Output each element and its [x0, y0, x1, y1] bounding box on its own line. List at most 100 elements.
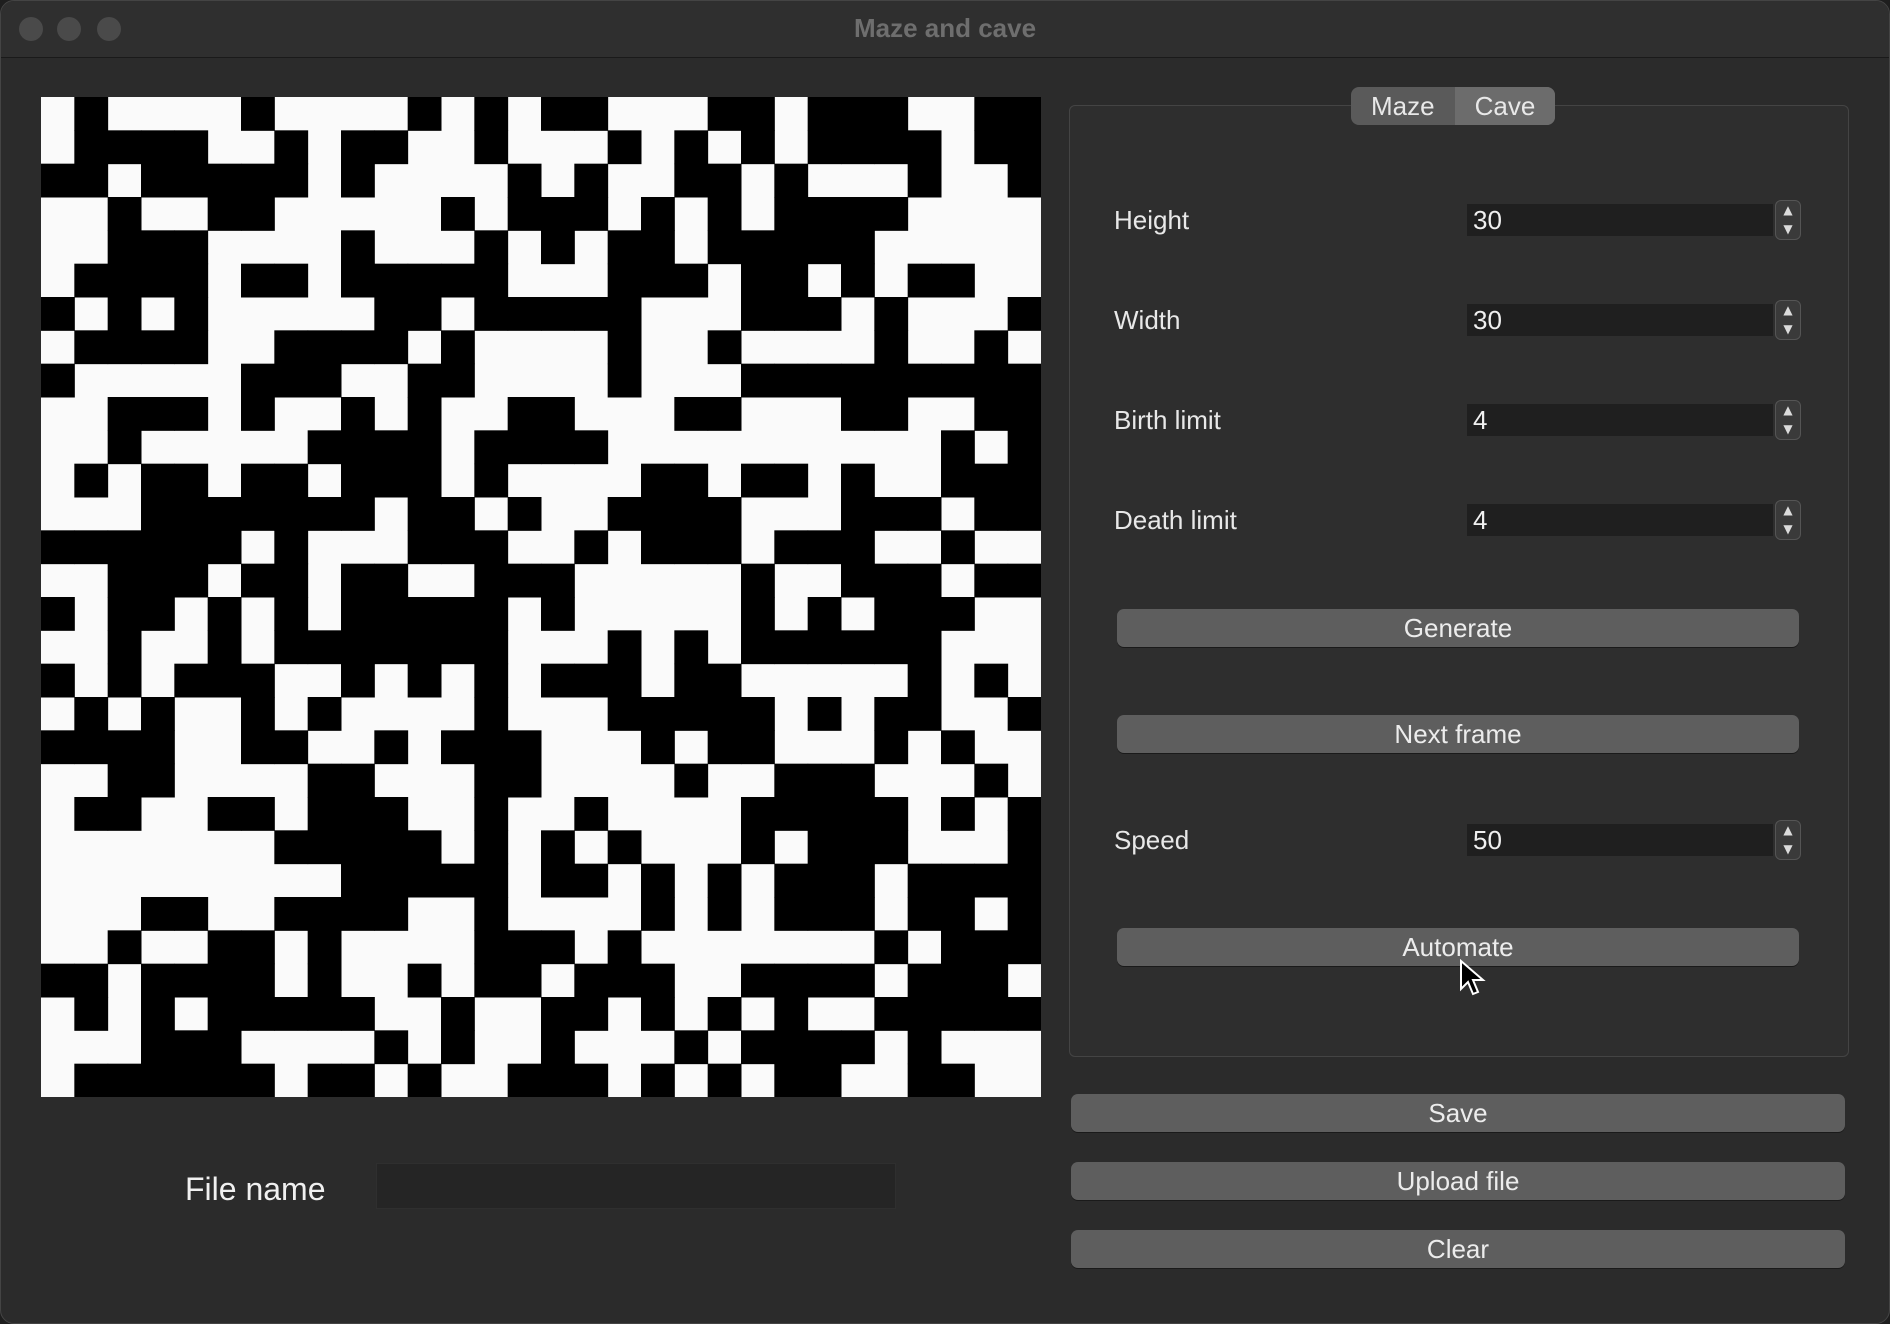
wall-cell: [674, 163, 709, 198]
wall-cell: [974, 363, 1009, 398]
wall-cell: [107, 263, 142, 298]
wall-cell: [174, 463, 209, 498]
wall-cell: [941, 597, 975, 631]
width-stepper[interactable]: ▲ ▼: [1775, 300, 1801, 340]
wall-cell: [907, 163, 942, 198]
chevron-up-icon[interactable]: ▲: [1776, 501, 1800, 520]
height-stepper[interactable]: ▲ ▼: [1775, 200, 1801, 240]
wall-cell: [274, 563, 309, 598]
wall-cell: [741, 130, 775, 165]
speed-stepper[interactable]: ▲ ▼: [1775, 820, 1801, 860]
tab-cave[interactable]: Cave: [1454, 87, 1556, 125]
wall-cell: [974, 997, 1009, 1031]
wall-cell: [474, 930, 509, 965]
wall-cell: [1007, 563, 1041, 598]
wall-cell: [374, 830, 409, 865]
birth-limit-stepper[interactable]: ▲ ▼: [1775, 400, 1801, 440]
width-label: Width: [1114, 305, 1181, 335]
chevron-down-icon[interactable]: ▼: [1776, 840, 1800, 859]
wall-cell: [241, 663, 275, 698]
wall-cell: [874, 497, 909, 531]
wall-cell: [607, 963, 642, 998]
chevron-down-icon[interactable]: ▼: [1776, 520, 1800, 539]
wall-cell: [974, 763, 1009, 798]
wall-cell: [441, 863, 475, 898]
wall-cell: [141, 230, 175, 265]
wall-cell: [207, 997, 242, 1031]
chevron-up-icon[interactable]: ▲: [1776, 201, 1800, 220]
wall-cell: [974, 863, 1009, 898]
wall-cell: [74, 730, 109, 765]
height-input[interactable]: 30: [1467, 204, 1773, 236]
wall-cell: [374, 597, 409, 631]
wall-cell: [407, 397, 442, 431]
birth-limit-input[interactable]: 4: [1467, 404, 1773, 436]
wall-cell: [741, 797, 775, 831]
chevron-up-icon[interactable]: ▲: [1776, 401, 1800, 420]
chevron-down-icon[interactable]: ▼: [1776, 420, 1800, 439]
wall-cell: [41, 963, 75, 998]
wall-cell: [274, 630, 309, 665]
wall-cell: [774, 997, 809, 1031]
speed-input[interactable]: 50: [1467, 824, 1773, 856]
wall-cell: [341, 230, 375, 265]
chevron-up-icon[interactable]: ▲: [1776, 821, 1800, 840]
chevron-down-icon[interactable]: ▼: [1776, 320, 1800, 339]
wall-cell: [441, 597, 475, 631]
wall-cell: [841, 963, 875, 998]
generate-button[interactable]: Generate: [1117, 609, 1799, 647]
wall-cell: [874, 397, 909, 431]
wall-cell: [907, 363, 942, 398]
wall-cell: [974, 663, 1009, 698]
wall-cell: [807, 863, 842, 898]
chevron-up-icon[interactable]: ▲: [1776, 301, 1800, 320]
wall-cell: [874, 797, 909, 831]
chevron-down-icon[interactable]: ▼: [1776, 220, 1800, 239]
wall-cell: [941, 730, 975, 765]
wall-cell: [641, 263, 675, 298]
wall-cell: [807, 763, 842, 798]
automate-button[interactable]: Automate: [1117, 928, 1799, 966]
wall-cell: [74, 330, 109, 365]
wall-cell: [807, 97, 842, 131]
wall-cell: [1007, 363, 1041, 398]
wall-cell: [274, 130, 309, 165]
wall-cell: [207, 963, 242, 998]
wall-cell: [407, 297, 442, 331]
wall-cell: [474, 863, 509, 898]
wall-cell: [307, 797, 342, 831]
wall-cell: [574, 297, 609, 331]
cave-grid: [41, 97, 1041, 1097]
wall-cell: [407, 963, 442, 998]
save-button[interactable]: Save: [1071, 1094, 1845, 1132]
width-input[interactable]: 30: [1467, 304, 1773, 336]
wall-cell: [841, 197, 875, 231]
file-name-input[interactable]: [376, 1163, 896, 1209]
tab-maze[interactable]: Maze: [1351, 87, 1455, 125]
wall-cell: [707, 730, 742, 765]
wall-cell: [74, 97, 109, 131]
wall-cell: [641, 697, 675, 731]
clear-button[interactable]: Clear: [1071, 1230, 1845, 1268]
wall-cell: [741, 630, 775, 665]
wall-cell: [474, 963, 509, 998]
next-frame-button[interactable]: Next frame: [1117, 715, 1799, 753]
wall-cell: [807, 130, 842, 165]
upload-file-button[interactable]: Upload file: [1071, 1162, 1845, 1200]
wall-cell: [907, 630, 942, 665]
app-window: Maze and cave Maze Cave Height 30 ▲ ▼ Wi…: [0, 0, 1890, 1324]
wall-cell: [374, 897, 409, 931]
death-limit-stepper[interactable]: ▲ ▼: [1775, 500, 1801, 540]
wall-cell: [274, 830, 309, 865]
death-limit-input[interactable]: 4: [1467, 504, 1773, 536]
wall-cell: [841, 497, 875, 531]
wall-cell: [674, 263, 709, 298]
wall-cell: [774, 363, 809, 398]
wall-cell: [41, 363, 75, 398]
wall-cell: [774, 297, 809, 331]
wall-cell: [207, 663, 242, 698]
wall-cell: [507, 930, 542, 965]
wall-cell: [274, 897, 309, 931]
wall-cell: [807, 197, 842, 231]
wall-cell: [807, 597, 842, 631]
